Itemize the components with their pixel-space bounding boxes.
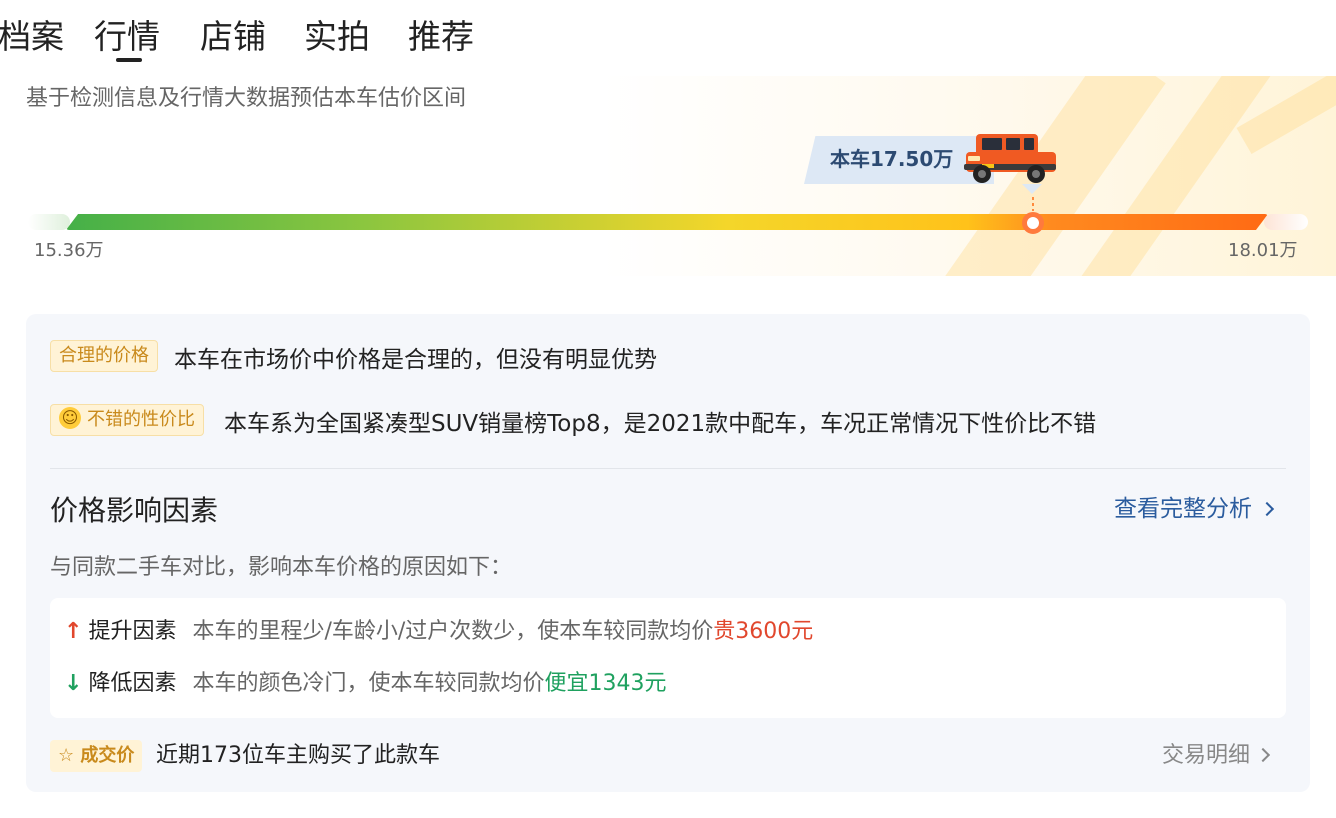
tab-recommend[interactable]: 推荐	[408, 14, 474, 60]
factor-up-row: ↑ 提升因素 本车的里程少/车龄小/过户次数少，使本车较同款均价贵3600元	[64, 616, 813, 648]
current-price-marker	[1022, 212, 1044, 234]
estimate-subtitle: 基于检测信息及行情大数据预估本车估价区间	[26, 86, 467, 111]
range-track-right-fade	[1264, 214, 1308, 230]
tab-market[interactable]: 行情	[94, 14, 160, 60]
price-range-bar	[66, 214, 1268, 230]
factor-up-amount: 贵3600元	[713, 619, 814, 644]
transaction-details-label: 交易明细	[1162, 743, 1251, 768]
max-price-label: 18.01万	[1228, 240, 1298, 261]
factors-title: 价格影响因素	[50, 494, 219, 527]
arrow-up-icon: ↑	[64, 619, 83, 644]
tab-photos[interactable]: 实拍	[304, 14, 370, 60]
value-tag: ☺ 不错的性价比	[50, 404, 204, 436]
deal-icon: ☆	[58, 745, 75, 766]
card-divider	[50, 468, 1286, 469]
marker-dash-line	[1032, 197, 1034, 211]
value-tag-label: 不错的性价比	[87, 409, 195, 430]
factors-subtitle: 与同款二手车对比，影响本车价格的原因如下：	[50, 555, 513, 580]
chevron-right-icon	[1255, 747, 1271, 763]
factor-down-row: ↓ 降低因素 本车的颜色冷门，使本车较同款均价便宜1343元	[64, 668, 666, 700]
view-full-analysis-label: 查看完整分析	[1114, 496, 1252, 522]
active-tab-indicator	[116, 58, 142, 62]
min-price-label: 15.36万	[34, 240, 104, 261]
reasonable-price-text: 本车在市场价中价格是合理的，但没有明显优势	[174, 347, 657, 373]
tab-store[interactable]: 店铺	[200, 14, 266, 60]
current-price-label: 本车17.50万	[830, 147, 954, 171]
tab-bar: 档案 行情 店铺 实拍 推荐	[0, 0, 1336, 70]
reasonable-price-tag: 合理的价格	[50, 340, 158, 372]
chevron-right-icon	[1259, 501, 1275, 517]
factor-down-label: 降低因素	[88, 671, 177, 696]
factor-down-desc: 本车的颜色冷门，使本车较同款均价	[192, 671, 545, 696]
deal-text: 近期173位车主购买了此款车	[156, 743, 440, 768]
factor-up-desc: 本车的里程少/车龄小/过户次数少，使本车较同款均价	[192, 619, 714, 644]
deal-tag-label: 成交价	[80, 745, 135, 766]
tab-archive[interactable]: 档案	[0, 14, 64, 60]
smile-icon: ☺	[59, 407, 81, 429]
transaction-details-link[interactable]: 交易明细	[1162, 740, 1271, 772]
view-full-analysis-link[interactable]: 查看完整分析	[1114, 492, 1275, 526]
factor-up-label: 提升因素	[88, 619, 177, 644]
factor-down-amount: 便宜1343元	[544, 671, 667, 696]
arrow-down-icon: ↓	[64, 671, 83, 696]
suv-car-icon	[964, 134, 1056, 183]
range-track-left-fade	[28, 214, 70, 230]
value-text: 本车系为全国紧凑型SUV销量榜Top8，是2021款中配车，车况正常情况下性价比…	[224, 411, 1097, 437]
deal-price-tag: ☆ 成交价	[50, 740, 143, 772]
